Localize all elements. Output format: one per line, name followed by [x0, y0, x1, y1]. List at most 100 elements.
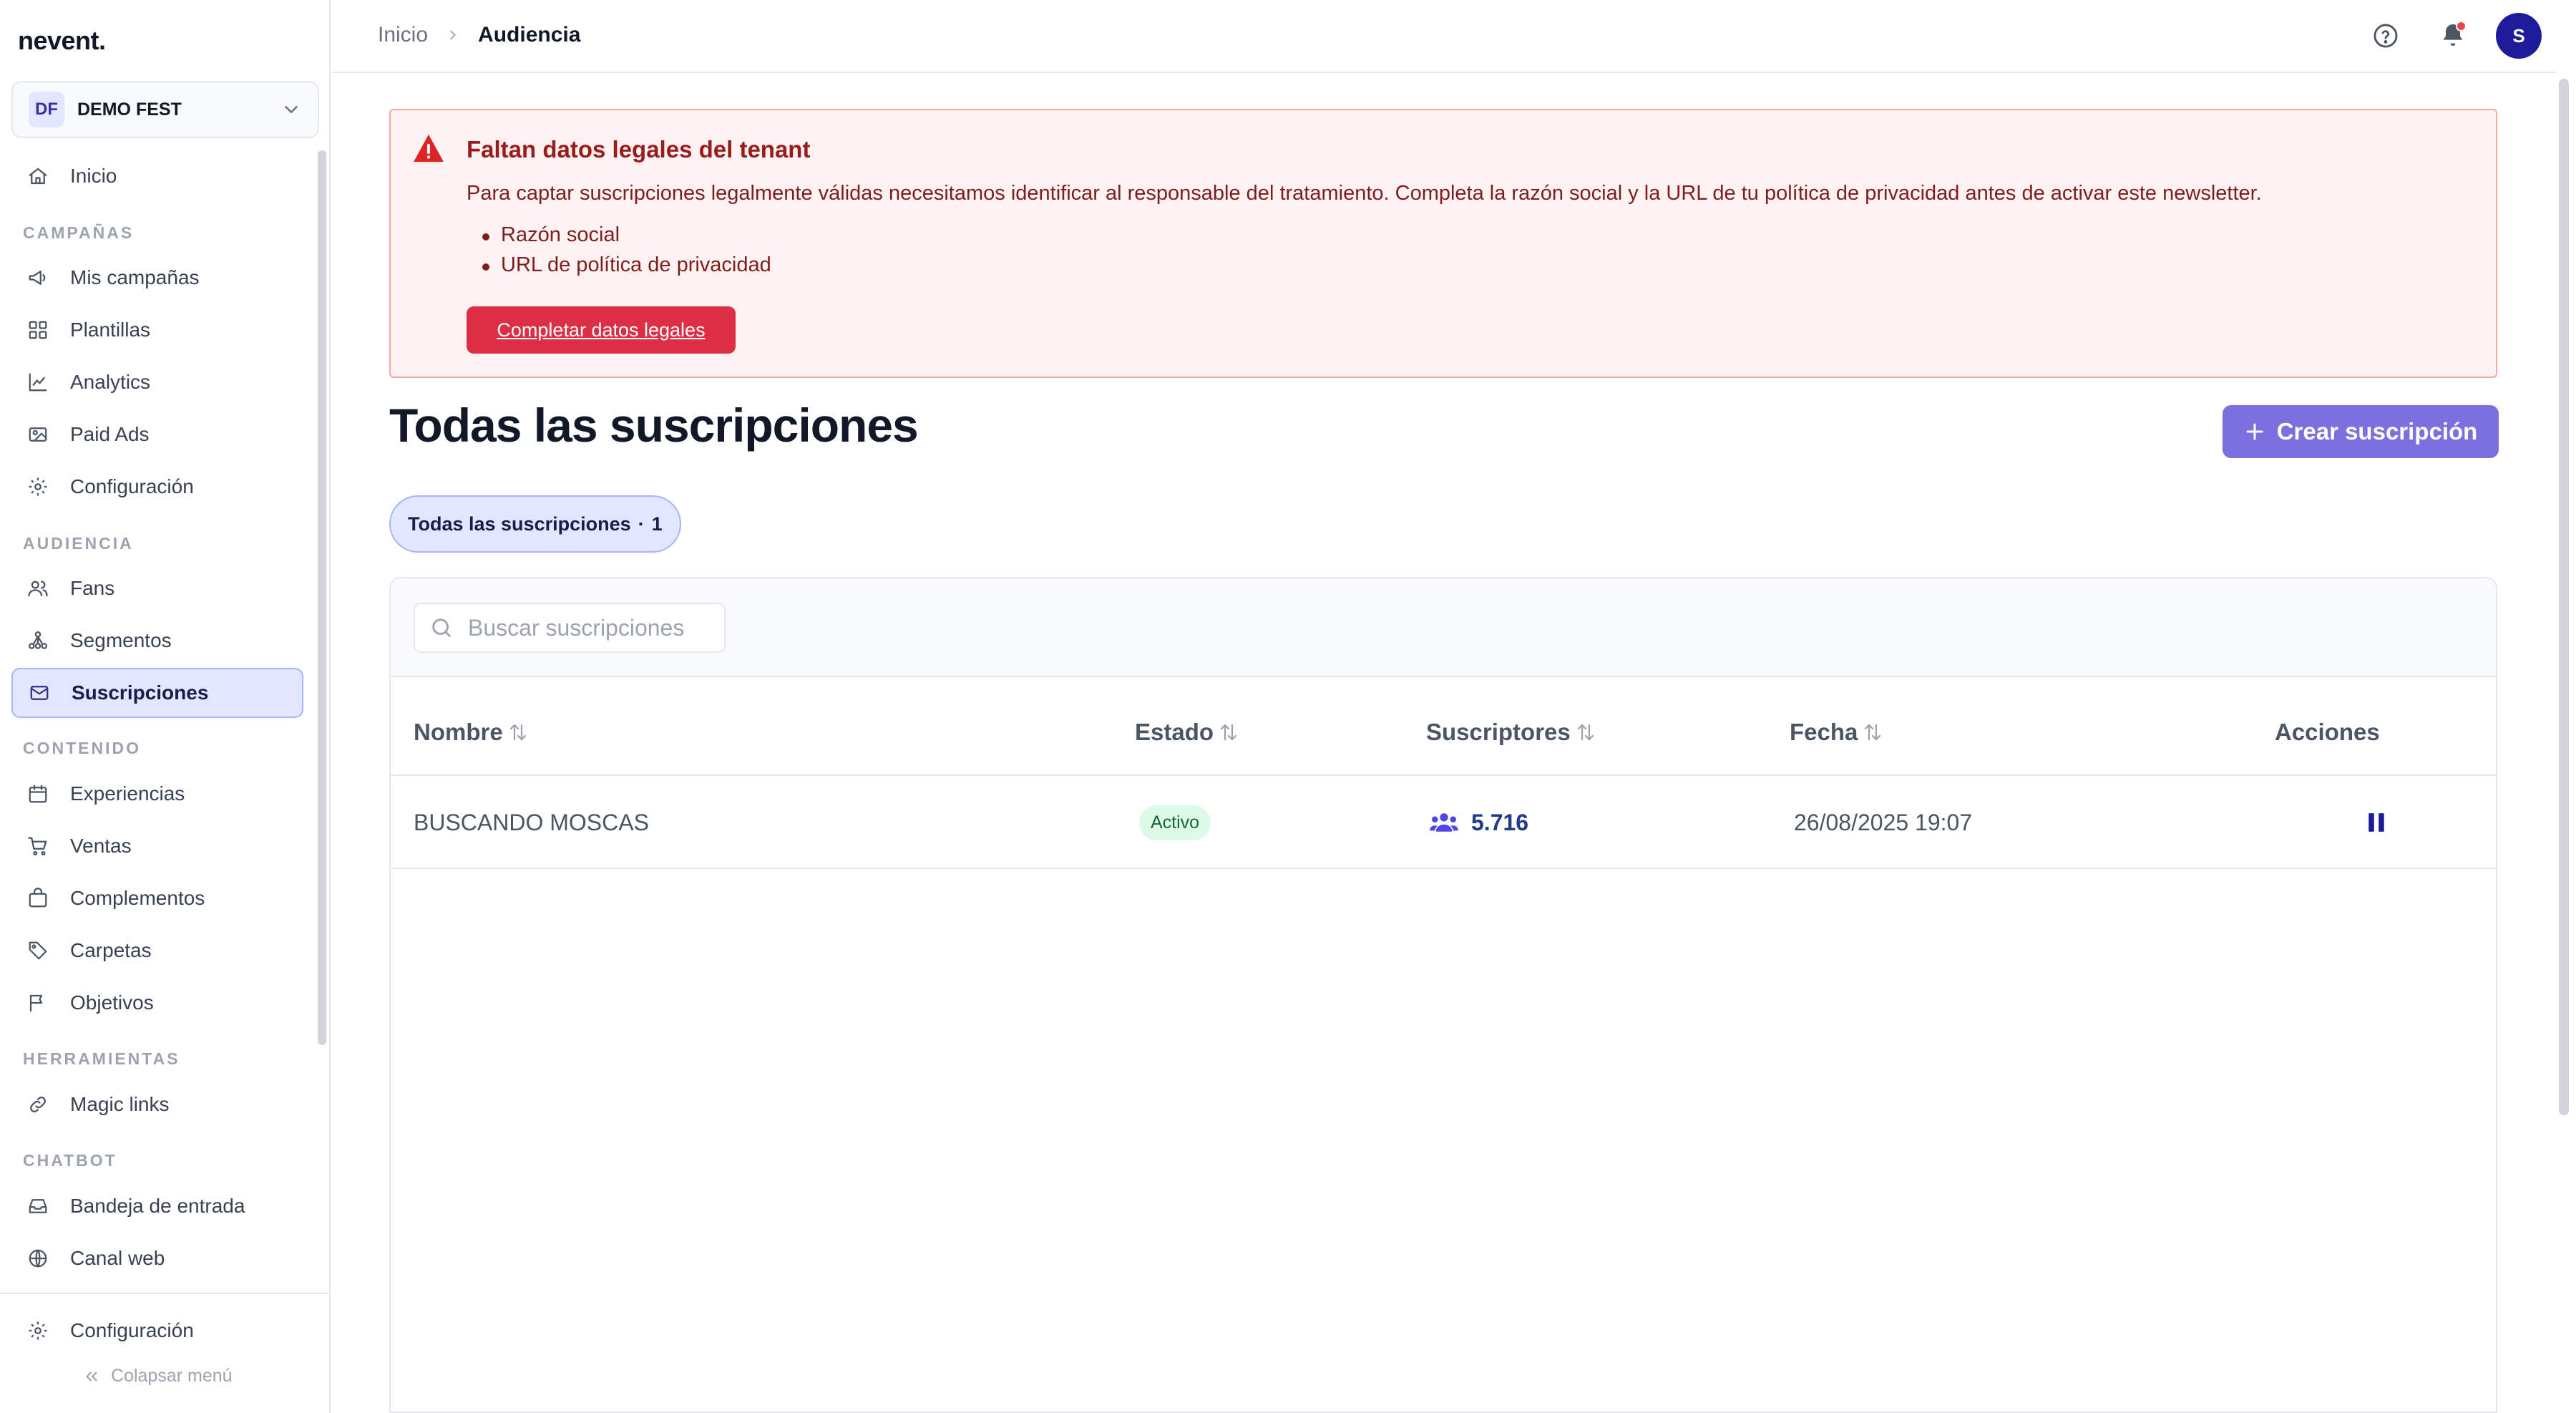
tenant-name: DEMO FEST	[77, 99, 182, 120]
chevrons-left-icon	[86, 1371, 97, 1381]
sidebar-item-analytics[interactable]: Analytics	[11, 357, 303, 407]
list-item: URL de política de privacidad	[482, 253, 771, 283]
sidebar-scrollbar[interactable]	[318, 150, 326, 1045]
warning-icon	[414, 134, 444, 162]
page-scrollbar[interactable]	[2559, 79, 2569, 1115]
pause-icon[interactable]	[2367, 812, 2386, 833]
sidebar-item-configuracion-campanas[interactable]: Configuración	[11, 462, 303, 512]
sidebar-item-label: Mis campañas	[70, 266, 200, 288]
filter-chip-separator: ·	[638, 513, 645, 535]
search-box[interactable]	[414, 603, 726, 653]
sidebar-item-ventas[interactable]: Ventas	[11, 821, 303, 871]
cell-status: Activo	[1139, 776, 1211, 869]
sidebar-footer-divider	[0, 1293, 329, 1294]
column-header-name[interactable]: Nombre	[414, 719, 529, 746]
section-label-audience: AUDIENCIA	[23, 534, 134, 553]
megaphone-icon	[29, 271, 46, 285]
breadcrumb-home-link[interactable]: Inicio	[378, 23, 428, 47]
sidebar-item-label: Inicio	[70, 165, 117, 187]
home-icon	[29, 167, 47, 185]
app-logo[interactable]: nevent.	[18, 26, 106, 56]
section-label-tools: HERRAMIENTAS	[23, 1049, 180, 1068]
cell-actions	[2367, 776, 2386, 869]
sidebar-item-complementos[interactable]: Complementos	[11, 873, 303, 923]
search-input[interactable]	[468, 614, 704, 641]
cell-subscribers: 5.716	[1430, 776, 1528, 869]
section-label-campaigns: CAMPAÑAS	[23, 223, 135, 242]
sort-icon	[509, 724, 526, 741]
tenant-selector[interactable]: DF DEMO FEST	[11, 81, 319, 138]
collapse-menu-label: Colapsar menú	[111, 1366, 233, 1386]
user-avatar[interactable]: S	[2496, 13, 2542, 59]
calendar-icon	[29, 785, 47, 803]
notification-dot	[2456, 21, 2467, 31]
column-header-subscribers[interactable]: Suscriptores	[1426, 719, 1596, 746]
sidebar-item-carpetas[interactable]: Carpetas	[11, 926, 303, 976]
sidebar-item-magic-links[interactable]: Magic links	[11, 1079, 303, 1130]
sidebar-item-objetivos[interactable]: Objetivos	[11, 978, 303, 1028]
sidebar-item-inicio[interactable]: Inicio	[11, 151, 303, 201]
sidebar-item-label: Experiencias	[70, 782, 185, 805]
flag-icon	[29, 994, 43, 1012]
users-icon	[1430, 813, 1458, 832]
line-chart-icon	[29, 373, 47, 392]
help-icon[interactable]	[2372, 22, 2399, 49]
sidebar-item-segmentos[interactable]: Segmentos	[11, 616, 303, 666]
plus-icon	[2246, 423, 2263, 440]
image-ad-icon	[29, 427, 47, 442]
gear-icon	[29, 1321, 47, 1340]
sort-icon	[1577, 724, 1594, 741]
list-item: Razón social	[482, 223, 771, 253]
sidebar-item-label: Canal web	[70, 1247, 165, 1269]
sidebar-item-bandeja-de-entrada[interactable]: Bandeja de entrada	[11, 1181, 303, 1231]
status-badge: Activo	[1139, 805, 1211, 840]
sidebar-item-label: Plantillas	[70, 319, 151, 341]
link-icon	[30, 1097, 46, 1112]
column-header-label: Nombre	[414, 719, 503, 745]
table-row[interactable]: BUSCANDO MOSCAS Activo 5.716 26/08/2025 …	[391, 776, 2496, 869]
segments-icon	[29, 631, 47, 649]
sidebar-item-label: Carpetas	[70, 939, 152, 961]
globe-icon	[29, 1249, 47, 1268]
column-header-actions: Acciones	[2275, 719, 2380, 746]
sidebar-item-label: Segmentos	[70, 629, 172, 651]
sidebar-item-suscripciones[interactable]: Suscripciones	[11, 668, 303, 718]
sidebar-item-canal-web[interactable]: Canal web	[11, 1233, 303, 1283]
legal-data-alert: Faltan datos legales del tenant Para cap…	[389, 109, 2497, 378]
table-header: Nombre Estado Suscriptores Fecha Accione…	[391, 677, 2496, 776]
grid-icon	[29, 321, 47, 339]
filter-chip-label: Todas las suscripciones	[408, 513, 631, 535]
filter-chip-count: 1	[651, 513, 663, 535]
top-bar: Inicio Audiencia	[332, 0, 2556, 73]
subscribers-count[interactable]: 5.716	[1471, 810, 1528, 836]
column-header-label: Estado	[1135, 719, 1214, 745]
collapse-menu-button[interactable]: Colapsar menú	[82, 1366, 233, 1387]
sidebar-item-label: Fans	[70, 577, 115, 599]
filter-chip-all[interactable]: Todas las suscripciones · 1	[389, 495, 681, 553]
column-header-date[interactable]: Fecha	[1790, 719, 1883, 746]
sidebar-item-paid-ads[interactable]: Paid Ads	[11, 409, 303, 460]
breadcrumb: Inicio Audiencia	[378, 23, 580, 47]
sidebar-item-experiencias[interactable]: Experiencias	[11, 769, 303, 819]
sidebar-item-configuracion[interactable]: Configuración	[11, 1306, 303, 1356]
alert-text: Para captar suscripciones legalmente vál…	[467, 182, 2262, 205]
column-header-label: Suscriptores	[1426, 719, 1571, 745]
table-toolbar	[391, 578, 2496, 677]
create-subscription-label: Crear suscripción	[2276, 418, 2478, 445]
page-title: Todas las suscripciones	[389, 399, 919, 452]
sidebar: nevent. DF DEMO FEST Inicio CAMPAÑAS Mis…	[0, 0, 331, 1413]
complete-legal-data-button[interactable]: Completar datos legales	[467, 306, 736, 354]
sidebar-item-plantillas[interactable]: Plantillas	[11, 305, 303, 355]
chevron-right-icon	[450, 30, 457, 40]
sidebar-item-label: Suscripciones	[72, 681, 209, 704]
create-subscription-button[interactable]: Crear suscripción	[2223, 405, 2499, 458]
tag-icon	[29, 941, 47, 960]
sidebar-item-label: Magic links	[70, 1093, 170, 1115]
mail-icon	[30, 686, 49, 700]
cell-date: 26/08/2025 19:07	[1794, 809, 1973, 835]
sidebar-item-mis-campanas[interactable]: Mis campañas	[11, 253, 303, 303]
sidebar-item-fans[interactable]: Fans	[11, 563, 303, 613]
sidebar-item-label: Complementos	[70, 887, 205, 909]
sidebar-item-label: Objetivos	[70, 991, 154, 1014]
column-header-status[interactable]: Estado	[1135, 719, 1239, 746]
